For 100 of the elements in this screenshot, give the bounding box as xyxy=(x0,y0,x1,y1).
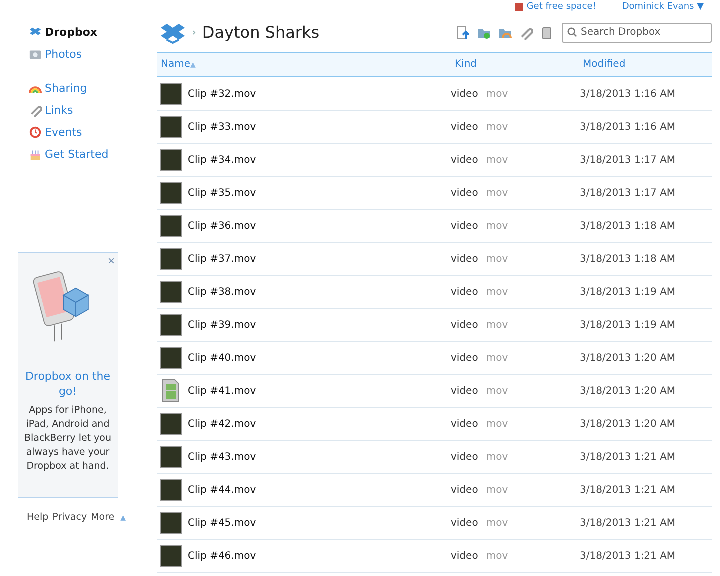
file-row[interactable]: Clip #35.mov video mov 3/18/2013 1:17 AM xyxy=(157,177,712,210)
video-thumbnail xyxy=(160,545,182,567)
account-menu[interactable]: Dominick Evans ▼ xyxy=(622,2,704,12)
file-kind: video xyxy=(451,122,478,132)
file-kind: video xyxy=(451,320,478,330)
file-row[interactable]: Clip #45.mov video mov 3/18/2013 1:21 AM xyxy=(157,507,712,540)
file-extension: mov xyxy=(486,386,508,396)
file-kind: video xyxy=(451,386,478,396)
file-row[interactable]: Clip #46.mov video mov 3/18/2013 1:21 AM xyxy=(157,540,712,573)
file-kind: video xyxy=(451,484,478,496)
file-name: Clip #36.mov xyxy=(188,220,256,232)
file-row[interactable]: Clip #33.mov video mov 3/18/2013 1:16 AM xyxy=(157,111,712,144)
modified-date: 3/18/2013 1:20 AM xyxy=(580,386,676,396)
file-extension: mov xyxy=(486,452,508,462)
file-row[interactable]: Clip #43.mov video mov 3/18/2013 1:21 AM xyxy=(157,441,712,474)
footer-link[interactable]: Help xyxy=(27,512,49,525)
modified-date: 3/18/2013 1:19 AM xyxy=(580,320,676,330)
video-thumbnail xyxy=(160,413,182,435)
sidebar-item[interactable]: Get Started xyxy=(29,146,150,162)
modified-date: 3/18/2013 1:19 AM xyxy=(580,286,676,298)
file-name: Clip #45.mov xyxy=(188,518,256,528)
footer-link[interactable]: More xyxy=(91,512,115,525)
file-name: Clip #38.mov xyxy=(188,286,256,298)
column-header[interactable]: Kind xyxy=(451,59,579,70)
column-header[interactable]: Modified xyxy=(579,59,712,70)
file-extension: mov xyxy=(486,320,508,330)
video-thumbnail xyxy=(160,248,182,270)
file-row[interactable]: Clip #40.mov video mov 3/18/2013 1:20 AM xyxy=(157,342,712,375)
file-kind: video xyxy=(451,286,478,298)
modified-date: 3/18/2013 1:16 AM xyxy=(580,88,676,100)
modified-date: 3/18/2013 1:18 AM xyxy=(580,220,676,232)
file-row[interactable]: Clip #42.mov video mov 3/18/2013 1:20 AM xyxy=(157,408,712,441)
file-kind: video xyxy=(451,220,478,232)
file-kind: video xyxy=(451,452,478,462)
file-extension: mov xyxy=(486,88,508,100)
file-row[interactable]: Clip #36.mov video mov 3/18/2013 1:18 AM xyxy=(157,210,712,243)
file-extension: mov xyxy=(486,254,508,264)
file-row[interactable]: Clip #34.mov video mov 3/18/2013 1:17 AM xyxy=(157,144,712,177)
modified-date: 3/18/2013 1:21 AM xyxy=(580,550,676,562)
file-kind: video xyxy=(451,88,478,100)
search-icon xyxy=(567,26,578,38)
file-row[interactable]: Clip #41.mov video mov 3/18/2013 1:20 AM xyxy=(157,375,712,408)
modified-date: 3/18/2013 1:18 AM xyxy=(580,254,676,264)
modified-date: 3/18/2013 1:17 AM xyxy=(580,154,676,166)
video-thumbnail xyxy=(160,281,182,303)
sidebar-item[interactable]: Links xyxy=(29,102,150,118)
file-kind: video xyxy=(451,418,478,430)
file-name: Clip #34.mov xyxy=(188,154,256,166)
modified-date: 3/18/2013 1:21 AM xyxy=(580,484,676,496)
file-name: Clip #37.mov xyxy=(188,254,256,264)
promo-title: Dropbox on the go! xyxy=(24,369,112,399)
footer-link[interactable]: Privacy xyxy=(52,512,88,525)
video-thumbnail xyxy=(160,446,182,468)
sidebar-item[interactable]: Dropbox xyxy=(29,24,150,40)
file-row[interactable]: Clip #37.mov video mov 3/18/2013 1:18 AM xyxy=(157,243,712,276)
file-name: Clip #35.mov xyxy=(188,188,256,198)
file-row[interactable]: Clip #38.mov video mov 3/18/2013 1:19 AM xyxy=(157,276,712,309)
video-thumbnail xyxy=(160,182,182,204)
video-thumbnail xyxy=(160,83,182,105)
free-space-link[interactable]: Get free space! xyxy=(526,2,596,12)
modified-date: 3/18/2013 1:20 AM xyxy=(580,352,676,364)
file-name: Clip #44.mov xyxy=(188,484,256,496)
file-name: Clip #46.mov xyxy=(188,550,256,562)
video-thumbnail xyxy=(160,512,182,534)
file-extension: mov xyxy=(486,122,508,132)
file-kind: video xyxy=(451,550,478,562)
film-file-icon xyxy=(161,379,181,403)
file-extension: mov xyxy=(486,550,508,562)
sidebar-item[interactable]: Sharing xyxy=(29,80,150,96)
file-kind: video xyxy=(451,518,478,528)
file-name: Clip #39.mov xyxy=(188,320,256,330)
file-kind: video xyxy=(451,352,478,364)
sidebar-item[interactable]: Events xyxy=(29,124,150,140)
file-kind: video xyxy=(451,188,478,198)
upload-icon[interactable] xyxy=(456,26,470,40)
file-row[interactable]: Clip #32.mov video mov 3/18/2013 1:16 AM xyxy=(157,78,712,111)
box-icon xyxy=(29,26,42,38)
file-kind: video xyxy=(451,154,478,166)
file-kind: video xyxy=(451,254,478,264)
video-thumbnail xyxy=(160,314,182,336)
modified-date: 3/18/2013 1:21 AM xyxy=(580,518,676,528)
file-extension: mov xyxy=(486,220,508,232)
video-thumbnail xyxy=(160,347,182,369)
file-row[interactable]: Clip #44.mov video mov 3/18/2013 1:21 AM xyxy=(157,474,712,507)
video-thumbnail xyxy=(160,215,182,237)
file-extension: mov xyxy=(486,286,508,298)
file-name: Clip #32.mov xyxy=(188,88,256,100)
file-name: Clip #41.mov xyxy=(188,386,256,396)
sidebar-item[interactable]: Photos xyxy=(29,46,150,62)
box-logo-icon[interactable] xyxy=(160,22,186,44)
file-name: Clip #33.mov xyxy=(188,122,256,132)
paperclip-icon[interactable] xyxy=(519,26,533,40)
file-extension: mov xyxy=(486,154,508,166)
file-extension: mov xyxy=(486,352,508,364)
video-thumbnail xyxy=(160,479,182,501)
modified-date: 3/18/2013 1:20 AM xyxy=(580,418,676,430)
modified-date: 3/18/2013 1:17 AM xyxy=(580,188,676,198)
search-field[interactable]: Search Dropbox xyxy=(562,22,712,42)
file-row[interactable]: Clip #39.mov video mov 3/18/2013 1:19 AM xyxy=(157,309,712,342)
modified-date: 3/18/2013 1:21 AM xyxy=(580,452,676,462)
